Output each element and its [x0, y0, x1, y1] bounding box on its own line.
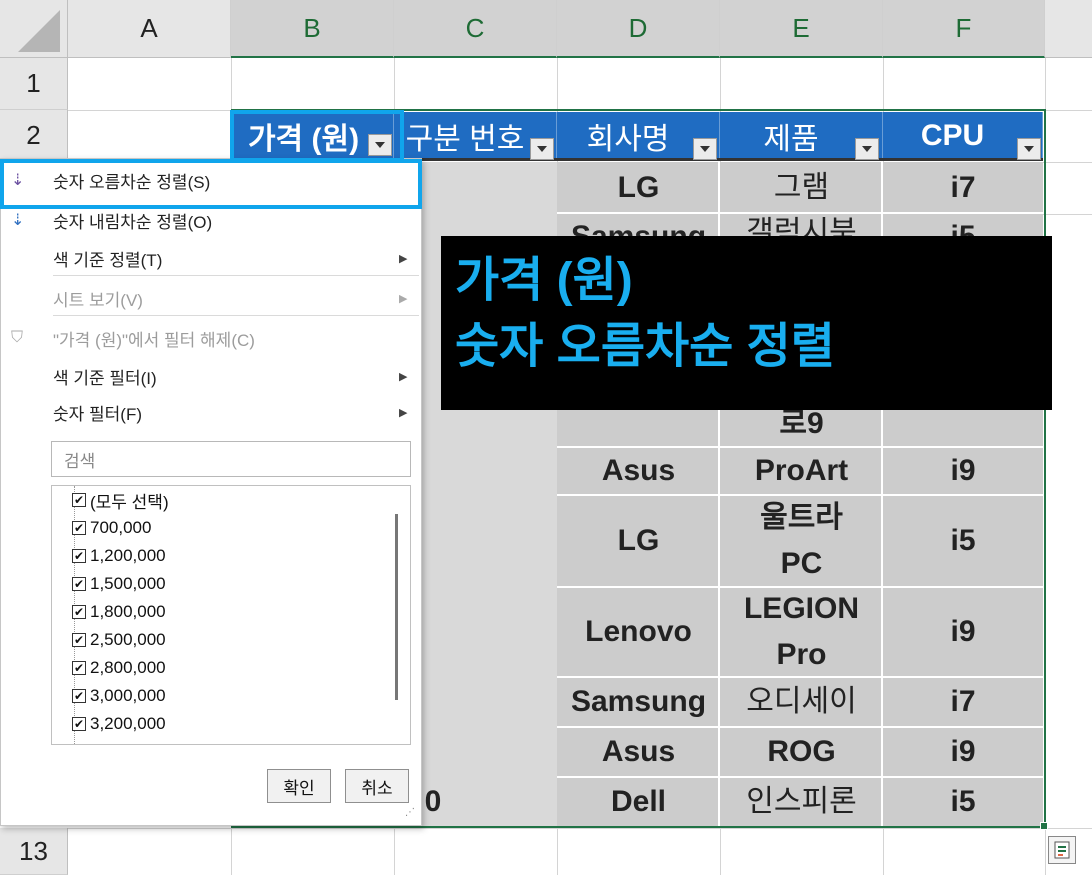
row-header-13[interactable]: 13	[0, 828, 68, 875]
caption-line-1: 가격 (원)	[455, 254, 633, 307]
list-item[interactable]: ✔ 3,000,000	[72, 682, 166, 710]
column-header-a[interactable]: A	[68, 0, 231, 58]
list-item[interactable]: ✔ 2,800,000	[72, 654, 166, 682]
checkbox-checked-icon[interactable]: ✔	[72, 689, 86, 703]
select-all-corner[interactable]	[0, 0, 68, 58]
checkbox-checked-icon[interactable]: ✔	[72, 549, 86, 563]
quick-analysis-icon[interactable]	[1048, 836, 1076, 864]
ok-button[interactable]: 확인	[267, 769, 331, 803]
caption-overlay: 가격 (원) 숫자 오름차순 정렬	[441, 236, 1052, 410]
filter-value-list[interactable]: ✔ (모두 선택) ✔ 700,000 ✔ 1,200,000 ✔ 1,500,000 …	[51, 485, 411, 745]
checkbox-checked-icon[interactable]: ✔	[72, 521, 86, 535]
gridline	[68, 828, 1092, 829]
row-header-1[interactable]: 1	[0, 58, 68, 110]
menu-clear-filter: ⛉ "가격 (원)"에서 필터 해제(C)	[11, 329, 255, 350]
highlight-price-header	[230, 110, 404, 162]
menu-separator	[53, 275, 419, 276]
menu-separator	[53, 315, 419, 316]
filter-search-input[interactable]: 검색	[51, 441, 411, 477]
column-header-d[interactable]: D	[557, 0, 720, 58]
checkbox-checked-icon[interactable]: ✔	[72, 633, 86, 647]
chevron-right-icon: ▶	[399, 252, 408, 265]
column-header-e[interactable]: E	[720, 0, 883, 58]
list-item[interactable]: ✔ 2,500,000	[72, 626, 166, 654]
resize-grip-icon[interactable]: ⋰	[405, 808, 419, 823]
chevron-right-icon: ▶	[399, 370, 408, 383]
list-item[interactable]: ✔ 1,200,000	[72, 542, 166, 570]
clear-filter-icon: ⛉	[11, 329, 24, 346]
column-header-c[interactable]: C	[394, 0, 557, 58]
row-header-2[interactable]: 2	[0, 110, 68, 162]
checkbox-checked-icon[interactable]: ✔	[72, 661, 86, 675]
menu-sheet-view: 시트 보기(V) ▶	[53, 290, 408, 310]
menu-sort-by-color[interactable]: 색 기준 정렬(T) ▶	[1, 239, 421, 277]
checkbox-checked-icon[interactable]: ✔	[72, 493, 86, 507]
list-scrollbar-thumb[interactable]	[395, 514, 398, 700]
caption-line-2: 숫자 오름차순 정렬	[455, 320, 835, 373]
chevron-right-icon: ▶	[399, 406, 408, 419]
checkbox-checked-icon[interactable]: ✔	[72, 717, 86, 731]
column-header-b[interactable]: B	[231, 0, 394, 58]
checkbox-checked-icon[interactable]: ✔	[72, 577, 86, 591]
select-all-triangle-icon	[18, 10, 60, 52]
list-item[interactable]: ✔ 700,000	[72, 514, 151, 542]
sort-descending-icon: ⇣	[11, 212, 25, 229]
fill-handle[interactable]	[1040, 822, 1048, 830]
chevron-right-icon: ▶	[399, 292, 408, 305]
column-header-g[interactable]	[1045, 0, 1092, 58]
menu-number-filters[interactable]: 숫자 필터(F) ▶	[1, 393, 421, 431]
checkbox-checked-icon[interactable]: ✔	[72, 605, 86, 619]
list-item[interactable]: ✔ (모두 선택)	[72, 486, 169, 514]
menu-filter-by-color[interactable]: 색 기준 필터(I) ▶	[1, 357, 421, 395]
cancel-button[interactable]: 취소	[345, 769, 409, 803]
column-header-f[interactable]: F	[883, 0, 1045, 58]
list-item[interactable]: ✔ 3,200,000	[72, 710, 166, 738]
highlight-sort-ascending	[0, 159, 422, 209]
list-item[interactable]: ✔ 1,800,000	[72, 598, 166, 626]
list-item[interactable]: ✔ 1,500,000	[72, 570, 166, 598]
autofilter-menu: ⇣ 숫자 오름차순 정렬(S) ⇣ 숫자 내림차순 정렬(O) 색 기준 정렬(…	[0, 158, 422, 826]
